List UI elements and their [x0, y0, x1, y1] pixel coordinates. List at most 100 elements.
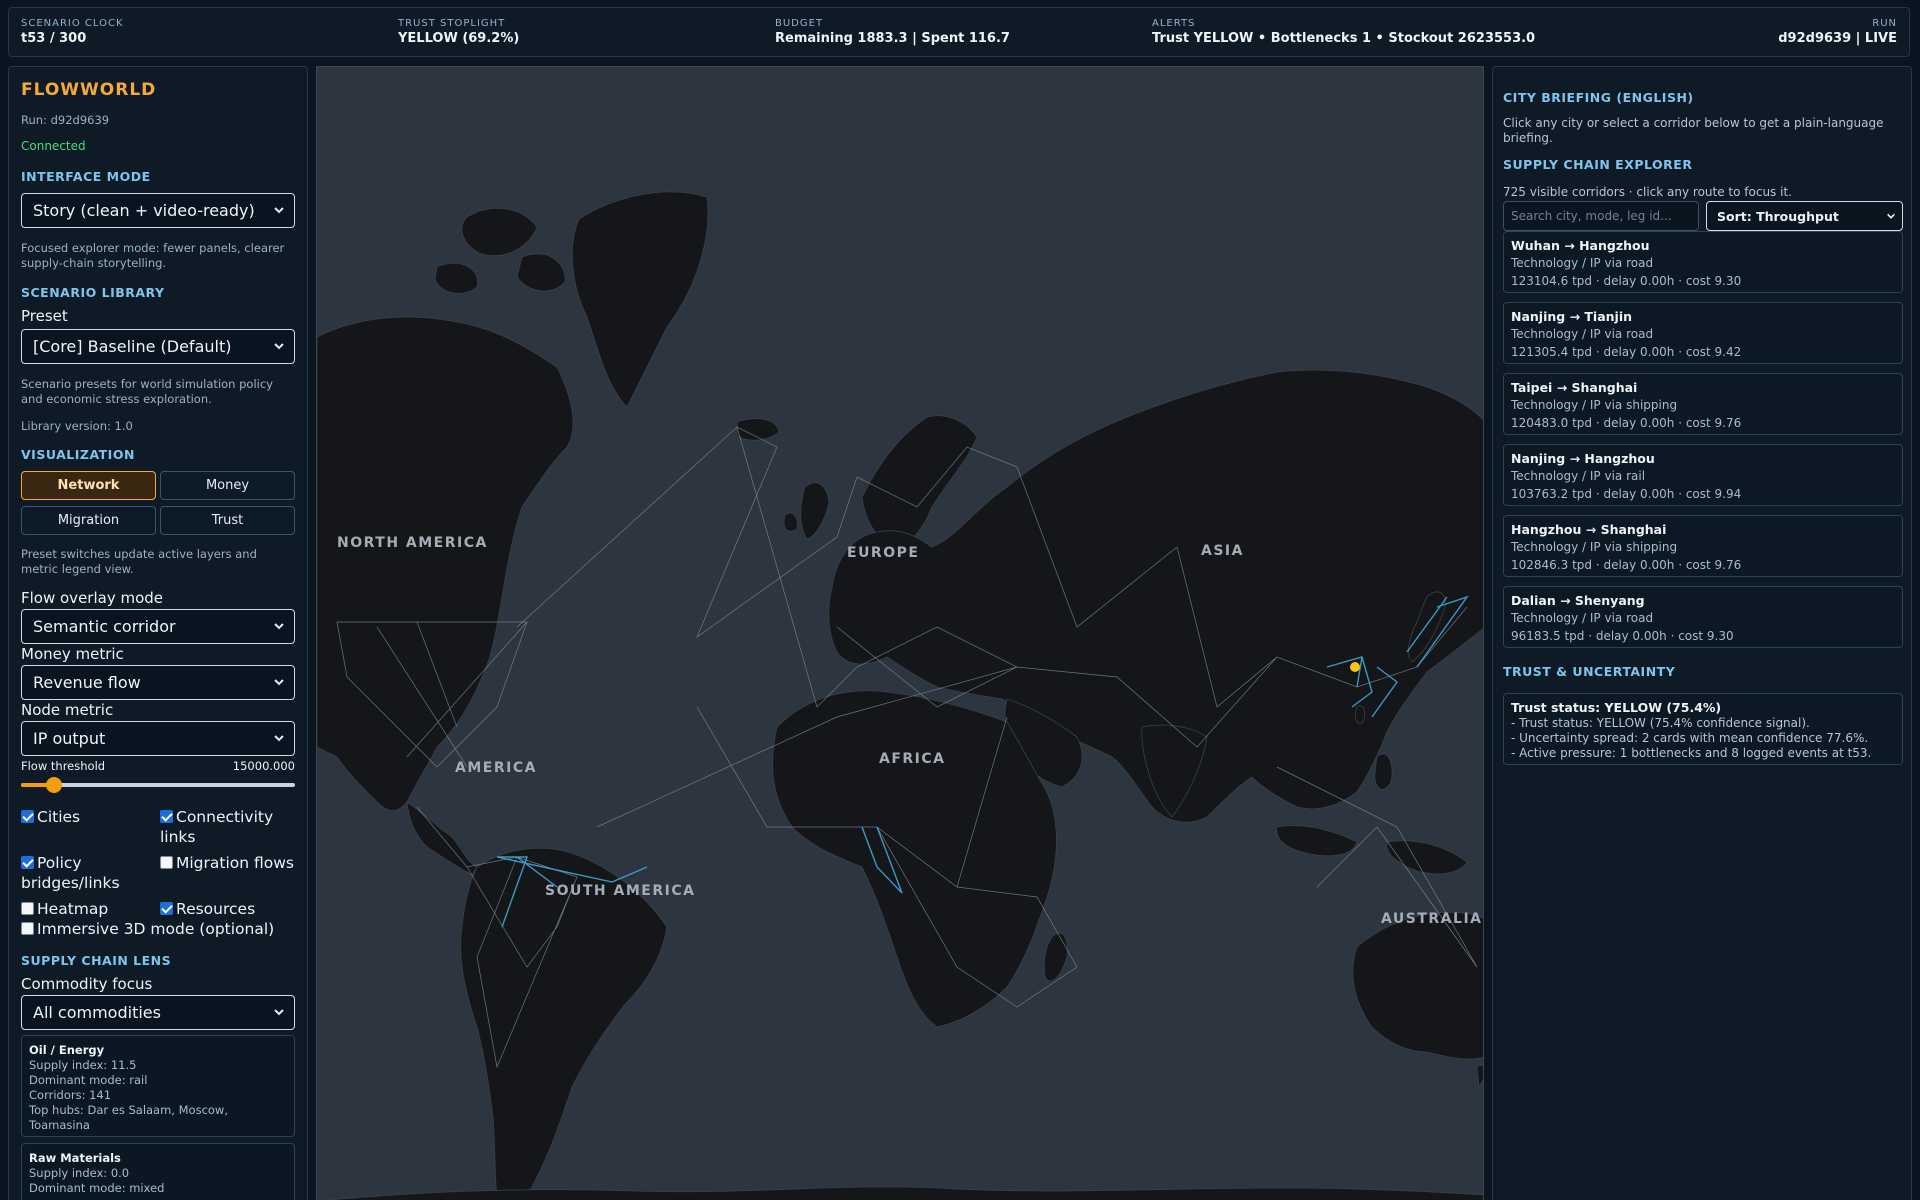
preset-value: [Core] Baseline (Default): [33, 337, 232, 356]
layer-resources-checkbox[interactable]: Resources: [160, 899, 255, 919]
route-stats: 120483.0 tpd · delay 0.00h · cost 9.76: [1511, 416, 1742, 430]
route-stats: 103763.2 tpd · delay 0.00h · cost 9.94: [1511, 487, 1742, 501]
city-briefing-text: Click any city or select a corridor belo…: [1503, 116, 1884, 145]
trust-stoplight-value: YELLOW (69.2%): [398, 31, 520, 46]
flow-threshold-label: Flow threshold: [21, 759, 106, 773]
budget-value: Remaining 1883.3 | Spent 116.7: [775, 31, 1010, 46]
commodity-card-line: Dominant mode: mixed: [29, 1181, 165, 1195]
commodity-card-line: Supply index: 11.5: [29, 1058, 137, 1072]
layer-label: Heatmap: [37, 900, 109, 918]
budget: BUDGET Remaining 1883.3 | Spent 116.7: [775, 18, 1010, 46]
checkbox-icon: [21, 922, 34, 935]
scenario-clock-label: SCENARIO CLOCK: [21, 18, 124, 29]
world-map-canvas[interactable]: NORTH AMERICA EUROPE ASIA AMERICA AFRICA…: [317, 67, 1484, 1200]
interface-mode-help: Focused explorer mode: fewer panels, cle…: [21, 241, 285, 270]
flow-overlay-select[interactable]: Semantic corridor: [21, 609, 295, 644]
visible-corridors-count: 725 visible corridors · click any route …: [1503, 185, 1792, 199]
run-id: Run: d92d9639: [21, 113, 110, 127]
flow-threshold-handle[interactable]: [45, 777, 62, 793]
visualization-heading: VISUALIZATION: [21, 447, 135, 462]
layer-label: Resources: [176, 900, 256, 918]
map-label-south-america: SOUTH AMERICA: [545, 883, 695, 899]
world-map[interactable]: NORTH AMERICA EUROPE ASIA AMERICA AFRICA…: [316, 66, 1484, 1200]
layer-cities-checkbox[interactable]: Cities: [21, 807, 80, 827]
budget-label: BUDGET: [775, 18, 824, 29]
commodity-card-raw-materials[interactable]: Raw Materials Supply index: 0.0 Dominant…: [21, 1143, 295, 1200]
route-stats: 121305.4 tpd · delay 0.00h · cost 9.42: [1511, 345, 1742, 359]
route-stats: 123104.6 tpd · delay 0.00h · cost 9.30: [1511, 274, 1742, 288]
scenario-clock-value: t53 / 300: [21, 31, 87, 46]
route-card[interactable]: Dalian → Shenyang Technology / IP via ro…: [1503, 586, 1903, 648]
preset-label: Preset: [21, 307, 68, 325]
route-subtitle: Technology / IP via shipping: [1511, 540, 1678, 554]
map-label-australia: AUSTRALIA: [1381, 911, 1483, 927]
run-label: RUN: [1872, 18, 1897, 29]
route-title: Dalian → Shenyang: [1511, 593, 1645, 608]
layer-policy-checkbox[interactable]: Policy bridges/links: [21, 853, 161, 893]
route-card[interactable]: Nanjing → Hangzhou Technology / IP via r…: [1503, 444, 1903, 506]
layer-3d-checkbox[interactable]: Immersive 3D mode (optional): [21, 919, 274, 939]
trust-line: - Trust status: YELLOW (75.4% confidence…: [1511, 716, 1810, 730]
commodity-focus-select[interactable]: All commodities: [21, 995, 295, 1030]
layer-label: Cities: [37, 808, 81, 826]
map-label-north-america: NORTH AMERICA: [337, 535, 488, 551]
corridor-search-input[interactable]: Search city, mode, leg id...: [1503, 201, 1699, 231]
alerts: ALERTS Trust YELLOW • Bottlenecks 1 • St…: [1152, 18, 1535, 46]
interface-mode-select[interactable]: Story (clean + video-ready): [21, 193, 295, 228]
layer-migration-checkbox[interactable]: Migration flows: [160, 853, 300, 873]
flow-overlay-label: Flow overlay mode: [21, 589, 164, 607]
route-card[interactable]: Taipei → Shanghai Technology / IP via sh…: [1503, 373, 1903, 435]
library-version: Library version: 1.0: [21, 419, 133, 433]
commodity-card-line: Top hubs: Dar es Salaam, Moscow, Toamasi…: [29, 1103, 228, 1132]
sort-select[interactable]: Sort: Throughput: [1706, 201, 1903, 231]
route-card[interactable]: Nanjing → Tianjin Technology / IP via ro…: [1503, 302, 1903, 364]
trust-stoplight: TRUST STOPLIGHT YELLOW (69.2%): [398, 18, 519, 46]
interface-mode-value: Story (clean + video-ready): [33, 201, 255, 220]
commodity-card-oil[interactable]: Oil / Energy Supply index: 11.5 Dominant…: [21, 1035, 295, 1137]
run-value: d92d9639 | LIVE: [1778, 31, 1897, 46]
viz-trust-button[interactable]: Trust: [160, 506, 295, 535]
chevron-down-icon: [274, 735, 284, 742]
control-sidebar: FLOWWORLD Run: d92d9639 Connected INTERF…: [8, 66, 308, 1200]
route-title: Taipei → Shanghai: [1511, 380, 1638, 395]
supply-chain-explorer-heading: SUPPLY CHAIN EXPLORER: [1503, 157, 1693, 172]
node-metric-select[interactable]: IP output: [21, 721, 295, 756]
route-stats: 102846.3 tpd · delay 0.00h · cost 9.76: [1511, 558, 1742, 572]
layer-heatmap-checkbox[interactable]: Heatmap: [21, 899, 108, 919]
commodity-focus-label: Commodity focus: [21, 975, 153, 993]
landmasses: [317, 191, 1483, 1200]
route-card[interactable]: Wuhan → Hangzhou Technology / IP via roa…: [1503, 231, 1903, 293]
checkbox-icon: [21, 902, 34, 915]
route-card[interactable]: Hangzhou → Shanghai Technology / IP via …: [1503, 515, 1903, 577]
preset-select[interactable]: [Core] Baseline (Default): [21, 329, 295, 364]
money-metric-value: Revenue flow: [33, 673, 141, 692]
route-title: Hangzhou → Shanghai: [1511, 522, 1667, 537]
node-metric-value: IP output: [33, 729, 106, 748]
flow-threshold-slider[interactable]: [21, 777, 295, 793]
money-metric-select[interactable]: Revenue flow: [21, 665, 295, 700]
viz-help: Preset switches update active layers and…: [21, 547, 257, 576]
brand-title: FLOWWORLD: [21, 80, 157, 100]
route-subtitle: Technology / IP via rail: [1511, 469, 1646, 483]
interface-mode-heading: INTERFACE MODE: [21, 169, 151, 184]
node-metric-label: Node metric: [21, 701, 114, 719]
map-label-europe: EUROPE: [847, 545, 919, 561]
scenario-library-heading: SCENARIO LIBRARY: [21, 285, 165, 300]
flow-threshold-value: 15000.000: [232, 759, 295, 773]
checkbox-icon: [160, 856, 173, 869]
layer-connectivity-checkbox[interactable]: Connectivity links: [160, 807, 300, 847]
commodity-card-line: Corridors: 141: [29, 1088, 112, 1102]
trust-card: Trust status: YELLOW (75.4%) - Trust sta…: [1503, 693, 1903, 765]
viz-money-button[interactable]: Money: [160, 471, 295, 500]
focus-city-marker[interactable]: [1350, 662, 1360, 672]
route-subtitle: Technology / IP via road: [1511, 611, 1654, 625]
commodity-focus-value: All commodities: [33, 1003, 161, 1022]
map-label-africa: AFRICA: [879, 751, 946, 767]
city-briefing-heading: CITY BRIEFING (ENGLISH): [1503, 90, 1694, 105]
route-title: Nanjing → Hangzhou: [1511, 451, 1655, 466]
trust-uncertainty-heading: TRUST & UNCERTAINTY: [1503, 664, 1676, 679]
viz-network-button[interactable]: Network: [21, 471, 156, 500]
chevron-down-icon: [274, 623, 284, 630]
viz-migration-button[interactable]: Migration: [21, 506, 156, 535]
trust-status: Trust status: YELLOW (75.4%): [1511, 700, 1722, 715]
